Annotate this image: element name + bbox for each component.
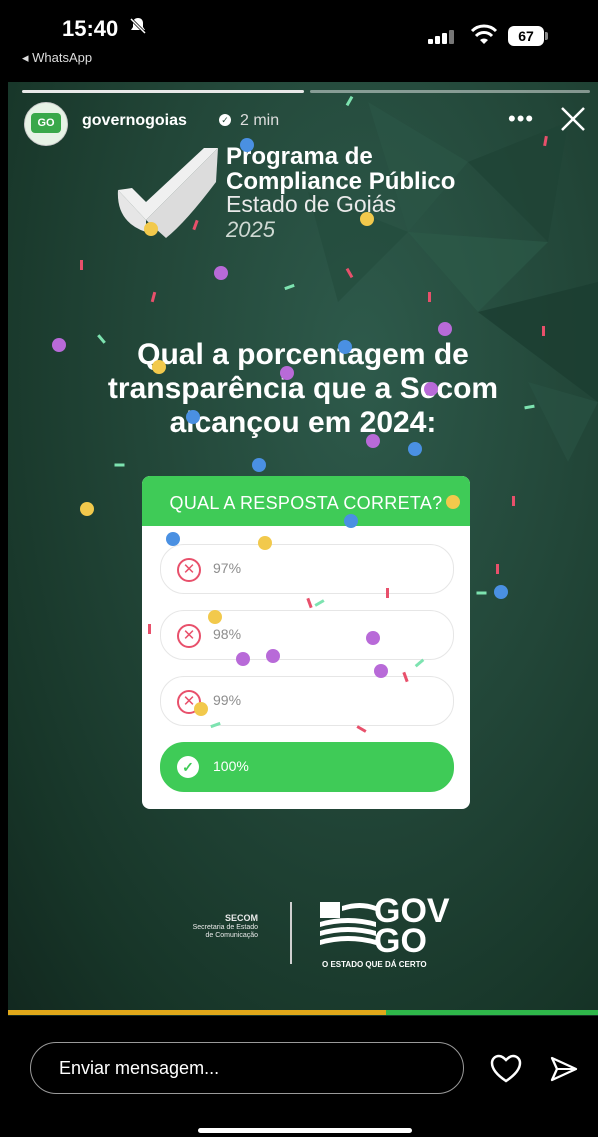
- confetti-dot: [258, 536, 272, 550]
- username[interactable]: governogoias: [82, 112, 187, 130]
- confetti-dot: [236, 652, 250, 666]
- wrong-answer-icon: ✕: [177, 558, 201, 582]
- story-progress-2: [310, 90, 590, 93]
- confetti-dot: [494, 585, 508, 599]
- avatar[interactable]: GO: [24, 102, 68, 146]
- confetti-dot: [186, 410, 200, 424]
- signal-icon: [428, 28, 458, 44]
- confetti-streamer: [114, 463, 125, 467]
- confetti-dot: [80, 502, 94, 516]
- quiz-option-97[interactable]: ✕ 97%: [160, 544, 454, 594]
- confetti-dot: [194, 702, 208, 716]
- story-progress-1: [22, 90, 304, 93]
- wifi-icon: [470, 24, 498, 46]
- confetti-dot: [360, 212, 374, 226]
- clock: 15:40: [62, 16, 119, 41]
- heart-icon[interactable]: [490, 1054, 522, 1084]
- quiz-question: Qual a porcentagem de transparência que …: [107, 338, 499, 439]
- confetti-streamer: [476, 591, 487, 595]
- confetti-dot: [366, 434, 380, 448]
- send-message-input[interactable]: Enviar mensagem...: [30, 1042, 464, 1094]
- logo-divider: [290, 902, 292, 964]
- confetti-dot: [338, 340, 352, 354]
- confetti-dot: [424, 382, 438, 396]
- confetti-streamer: [80, 260, 83, 270]
- confetti-dot: [344, 514, 358, 528]
- home-indicator[interactable]: [198, 1128, 412, 1133]
- story-viewer[interactable]: GO governogoias ✓ 2 min ••• Programa de …: [8, 82, 598, 1016]
- goias-flag-icon: [320, 900, 376, 952]
- send-icon[interactable]: [549, 1054, 579, 1084]
- confetti-dot: [144, 222, 158, 236]
- wrong-answer-icon: ✕: [177, 624, 201, 648]
- confetti-dot: [252, 458, 266, 472]
- govgo-logo: GOV GO: [374, 892, 450, 960]
- confetti-dot: [152, 360, 166, 374]
- confetti-streamer: [148, 624, 151, 634]
- govgo-tagline: O ESTADO QUE DÁ CERTO: [322, 960, 427, 969]
- confetti-dot: [52, 338, 66, 352]
- quiz-header: QUAL A RESPOSTA CORRETA?: [142, 476, 470, 526]
- battery-icon: 67: [508, 26, 548, 46]
- confetti-dot: [446, 495, 460, 509]
- confetti-streamer: [386, 588, 389, 598]
- bell-slash-icon: [128, 16, 148, 41]
- confetti-dot: [240, 138, 254, 152]
- more-options-button[interactable]: •••: [508, 106, 534, 132]
- close-icon[interactable]: [558, 104, 588, 134]
- confetti-dot: [166, 532, 180, 546]
- back-to-whatsapp-link[interactable]: ◂ WhatsApp: [22, 50, 92, 66]
- confetti-dot: [280, 366, 294, 380]
- confetti-streamer: [512, 496, 515, 506]
- status-bar: 15:40 ◂ WhatsApp 67: [0, 0, 598, 72]
- program-year: 2025: [226, 217, 275, 242]
- confetti-streamer: [496, 564, 499, 574]
- quiz-sticker[interactable]: QUAL A RESPOSTA CORRETA? ✕ 97% ✕ 98% ✕ 9…: [142, 476, 470, 809]
- story-bottom-progress: [8, 1010, 598, 1015]
- secom-logo: SECOM Secretaria de Estado de Comunicaçã…: [192, 913, 258, 940]
- confetti-streamer: [428, 292, 431, 302]
- confetti-dot: [208, 610, 222, 624]
- confetti-dot: [214, 266, 228, 280]
- confetti-dot: [438, 322, 452, 336]
- checkmark-logo-icon: [106, 142, 226, 242]
- post-time: 2 min: [240, 112, 280, 129]
- confetti-dot: [408, 442, 422, 456]
- verified-badge-icon: ✓: [219, 114, 231, 126]
- quiz-option-98[interactable]: ✕ 98%: [160, 610, 454, 660]
- program-title: Programa de Compliance Público: [226, 143, 456, 195]
- confetti-dot: [266, 649, 280, 663]
- check-icon: ✓: [177, 756, 199, 778]
- quiz-option-99[interactable]: ✕ 99%: [160, 676, 454, 726]
- confetti-streamer: [542, 326, 545, 336]
- confetti-dot: [374, 664, 388, 678]
- confetti-dot: [366, 631, 380, 645]
- quiz-option-100[interactable]: ✓ 100%: [160, 742, 454, 792]
